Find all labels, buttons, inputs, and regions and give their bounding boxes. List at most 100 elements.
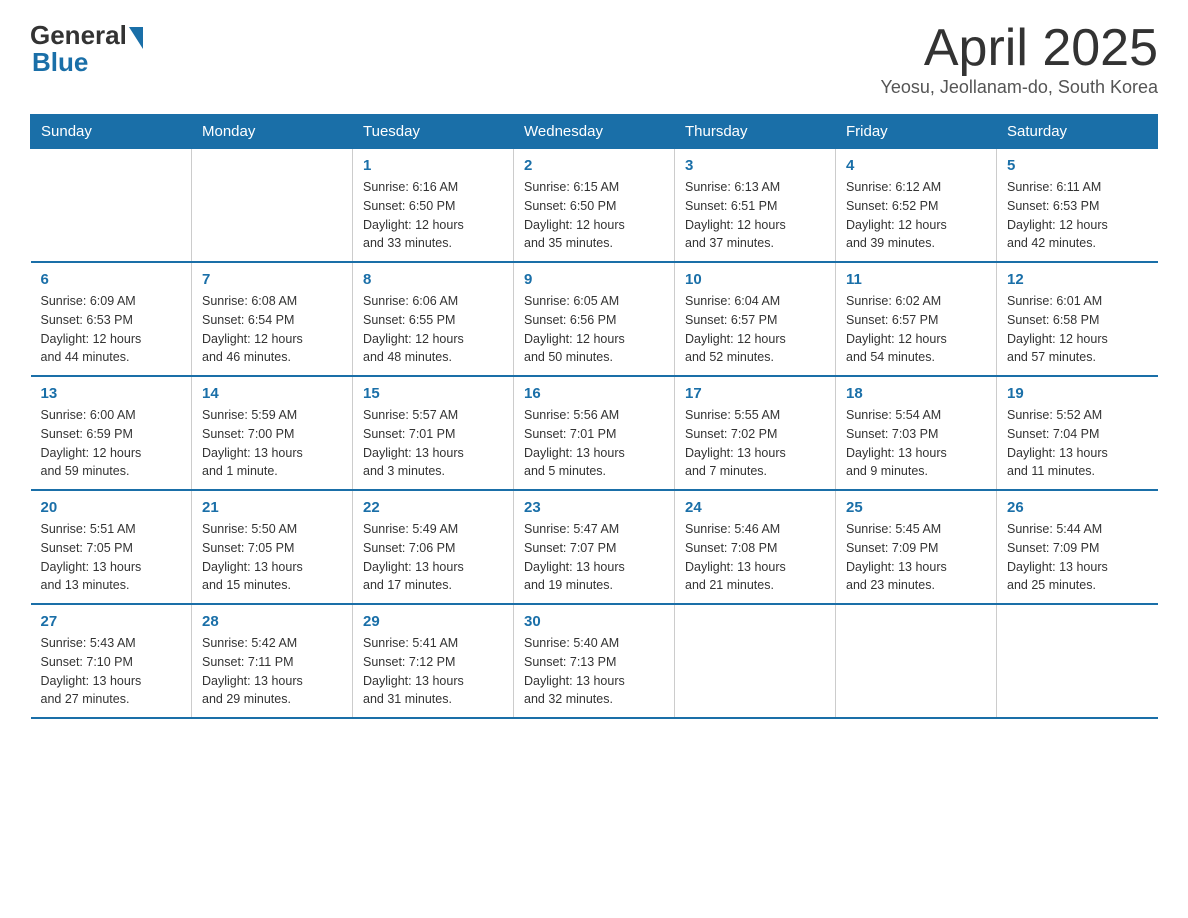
logo-blue-text: Blue bbox=[32, 47, 88, 78]
header-sunday: Sunday bbox=[31, 115, 192, 149]
day-number: 20 bbox=[41, 499, 182, 516]
calendar-cell: 14 Sunrise: 5:59 AM Sunset: 7:00 PM Dayli… bbox=[192, 376, 353, 490]
calendar-cell: 1 Sunrise: 6:16 AM Sunset: 6:50 PM Daylig… bbox=[353, 149, 514, 263]
calendar-cell: 27 Sunrise: 5:43 AM Sunset: 7:10 PM Dayli… bbox=[31, 604, 192, 718]
day-number: 9 bbox=[524, 271, 664, 288]
day-info: Sunrise: 6:16 AM Sunset: 6:50 PM Dayligh… bbox=[363, 178, 503, 253]
calendar-cell: 20 Sunrise: 5:51 AM Sunset: 7:05 PM Dayli… bbox=[31, 490, 192, 604]
header-saturday: Saturday bbox=[997, 115, 1158, 149]
day-number: 5 bbox=[1007, 157, 1148, 174]
day-info: Sunrise: 5:42 AM Sunset: 7:11 PM Dayligh… bbox=[202, 634, 342, 709]
day-number: 17 bbox=[685, 385, 825, 402]
day-info: Sunrise: 5:57 AM Sunset: 7:01 PM Dayligh… bbox=[363, 406, 503, 481]
calendar-cell: 30 Sunrise: 5:40 AM Sunset: 7:13 PM Dayli… bbox=[514, 604, 675, 718]
day-number: 13 bbox=[41, 385, 182, 402]
day-number: 10 bbox=[685, 271, 825, 288]
calendar-cell: 3 Sunrise: 6:13 AM Sunset: 6:51 PM Daylig… bbox=[675, 149, 836, 263]
page-header: General Blue April 2025 Yeosu, Jeollanam… bbox=[30, 20, 1158, 98]
day-info: Sunrise: 6:09 AM Sunset: 6:53 PM Dayligh… bbox=[41, 292, 182, 367]
calendar-cell: 15 Sunrise: 5:57 AM Sunset: 7:01 PM Dayli… bbox=[353, 376, 514, 490]
day-info: Sunrise: 6:12 AM Sunset: 6:52 PM Dayligh… bbox=[846, 178, 986, 253]
calendar-week-row: 27 Sunrise: 5:43 AM Sunset: 7:10 PM Dayli… bbox=[31, 604, 1158, 718]
header-friday: Friday bbox=[836, 115, 997, 149]
day-number: 16 bbox=[524, 385, 664, 402]
day-info: Sunrise: 6:13 AM Sunset: 6:51 PM Dayligh… bbox=[685, 178, 825, 253]
day-info: Sunrise: 6:02 AM Sunset: 6:57 PM Dayligh… bbox=[846, 292, 986, 367]
day-info: Sunrise: 5:45 AM Sunset: 7:09 PM Dayligh… bbox=[846, 520, 986, 595]
day-number: 15 bbox=[363, 385, 503, 402]
day-number: 2 bbox=[524, 157, 664, 174]
day-number: 23 bbox=[524, 499, 664, 516]
day-number: 30 bbox=[524, 613, 664, 630]
calendar-cell: 19Sunrise: 5:52 AM Sunset: 7:04 PM Dayli… bbox=[997, 376, 1158, 490]
calendar-cell: 8 Sunrise: 6:06 AM Sunset: 6:55 PM Daylig… bbox=[353, 262, 514, 376]
day-number: 8 bbox=[363, 271, 503, 288]
day-info: Sunrise: 5:40 AM Sunset: 7:13 PM Dayligh… bbox=[524, 634, 664, 709]
calendar-table: SundayMondayTuesdayWednesdayThursdayFrid… bbox=[30, 114, 1158, 719]
calendar-week-row: 6 Sunrise: 6:09 AM Sunset: 6:53 PM Daylig… bbox=[31, 262, 1158, 376]
calendar-cell: 4 Sunrise: 6:12 AM Sunset: 6:52 PM Daylig… bbox=[836, 149, 997, 263]
day-number: 21 bbox=[202, 499, 342, 516]
day-info: Sunrise: 5:51 AM Sunset: 7:05 PM Dayligh… bbox=[41, 520, 182, 595]
day-number: 27 bbox=[41, 613, 182, 630]
calendar-cell: 9 Sunrise: 6:05 AM Sunset: 6:56 PM Daylig… bbox=[514, 262, 675, 376]
logo: General Blue bbox=[30, 20, 143, 78]
day-info: Sunrise: 6:04 AM Sunset: 6:57 PM Dayligh… bbox=[685, 292, 825, 367]
calendar-cell bbox=[192, 149, 353, 263]
calendar-cell: 28Sunrise: 5:42 AM Sunset: 7:11 PM Dayli… bbox=[192, 604, 353, 718]
day-number: 26 bbox=[1007, 499, 1148, 516]
day-info: Sunrise: 5:54 AM Sunset: 7:03 PM Dayligh… bbox=[846, 406, 986, 481]
day-info: Sunrise: 5:59 AM Sunset: 7:00 PM Dayligh… bbox=[202, 406, 342, 481]
day-number: 22 bbox=[363, 499, 503, 516]
day-info: Sunrise: 5:41 AM Sunset: 7:12 PM Dayligh… bbox=[363, 634, 503, 709]
calendar-cell: 23 Sunrise: 5:47 AM Sunset: 7:07 PM Dayli… bbox=[514, 490, 675, 604]
day-info: Sunrise: 6:11 AM Sunset: 6:53 PM Dayligh… bbox=[1007, 178, 1148, 253]
day-info: Sunrise: 6:08 AM Sunset: 6:54 PM Dayligh… bbox=[202, 292, 342, 367]
day-number: 12 bbox=[1007, 271, 1148, 288]
calendar-cell: 18Sunrise: 5:54 AM Sunset: 7:03 PM Dayli… bbox=[836, 376, 997, 490]
calendar-cell bbox=[836, 604, 997, 718]
calendar-cell: 25 Sunrise: 5:45 AM Sunset: 7:09 PM Dayli… bbox=[836, 490, 997, 604]
day-info: Sunrise: 6:15 AM Sunset: 6:50 PM Dayligh… bbox=[524, 178, 664, 253]
calendar-cell: 10 Sunrise: 6:04 AM Sunset: 6:57 PM Dayli… bbox=[675, 262, 836, 376]
calendar-week-row: 13 Sunrise: 6:00 AM Sunset: 6:59 PM Dayli… bbox=[31, 376, 1158, 490]
day-number: 25 bbox=[846, 499, 986, 516]
day-number: 3 bbox=[685, 157, 825, 174]
calendar-cell: 16 Sunrise: 5:56 AM Sunset: 7:01 PM Dayli… bbox=[514, 376, 675, 490]
calendar-cell: 2 Sunrise: 6:15 AM Sunset: 6:50 PM Daylig… bbox=[514, 149, 675, 263]
calendar-cell: 22 Sunrise: 5:49 AM Sunset: 7:06 PM Dayli… bbox=[353, 490, 514, 604]
day-number: 1 bbox=[363, 157, 503, 174]
day-number: 14 bbox=[202, 385, 342, 402]
calendar-cell: 5 Sunrise: 6:11 AM Sunset: 6:53 PM Daylig… bbox=[997, 149, 1158, 263]
calendar-cell: 6 Sunrise: 6:09 AM Sunset: 6:53 PM Daylig… bbox=[31, 262, 192, 376]
day-info: Sunrise: 6:06 AM Sunset: 6:55 PM Dayligh… bbox=[363, 292, 503, 367]
calendar-cell: 11Sunrise: 6:02 AM Sunset: 6:57 PM Dayli… bbox=[836, 262, 997, 376]
calendar-header-row: SundayMondayTuesdayWednesdayThursdayFrid… bbox=[31, 115, 1158, 149]
title-block: April 2025 Yeosu, Jeollanam-do, South Ko… bbox=[880, 20, 1158, 98]
day-info: Sunrise: 6:05 AM Sunset: 6:56 PM Dayligh… bbox=[524, 292, 664, 367]
day-number: 6 bbox=[41, 271, 182, 288]
calendar-cell: 24 Sunrise: 5:46 AM Sunset: 7:08 PM Dayli… bbox=[675, 490, 836, 604]
calendar-cell: 21 Sunrise: 5:50 AM Sunset: 7:05 PM Dayli… bbox=[192, 490, 353, 604]
day-info: Sunrise: 5:44 AM Sunset: 7:09 PM Dayligh… bbox=[1007, 520, 1148, 595]
calendar-cell: 13 Sunrise: 6:00 AM Sunset: 6:59 PM Dayli… bbox=[31, 376, 192, 490]
day-info: Sunrise: 5:56 AM Sunset: 7:01 PM Dayligh… bbox=[524, 406, 664, 481]
day-info: Sunrise: 5:47 AM Sunset: 7:07 PM Dayligh… bbox=[524, 520, 664, 595]
day-number: 29 bbox=[363, 613, 503, 630]
day-info: Sunrise: 5:43 AM Sunset: 7:10 PM Dayligh… bbox=[41, 634, 182, 709]
calendar-cell: 12 Sunrise: 6:01 AM Sunset: 6:58 PM Dayli… bbox=[997, 262, 1158, 376]
calendar-cell: 17Sunrise: 5:55 AM Sunset: 7:02 PM Dayli… bbox=[675, 376, 836, 490]
day-number: 4 bbox=[846, 157, 986, 174]
day-info: Sunrise: 5:46 AM Sunset: 7:08 PM Dayligh… bbox=[685, 520, 825, 595]
day-info: Sunrise: 6:01 AM Sunset: 6:58 PM Dayligh… bbox=[1007, 292, 1148, 367]
day-number: 24 bbox=[685, 499, 825, 516]
calendar-cell: 26 Sunrise: 5:44 AM Sunset: 7:09 PM Dayli… bbox=[997, 490, 1158, 604]
day-number: 19 bbox=[1007, 385, 1148, 402]
calendar-cell: 29 Sunrise: 5:41 AM Sunset: 7:12 PM Dayli… bbox=[353, 604, 514, 718]
calendar-week-row: 20 Sunrise: 5:51 AM Sunset: 7:05 PM Dayli… bbox=[31, 490, 1158, 604]
day-info: Sunrise: 6:00 AM Sunset: 6:59 PM Dayligh… bbox=[41, 406, 182, 481]
calendar-cell bbox=[31, 149, 192, 263]
day-info: Sunrise: 5:49 AM Sunset: 7:06 PM Dayligh… bbox=[363, 520, 503, 595]
day-info: Sunrise: 5:50 AM Sunset: 7:05 PM Dayligh… bbox=[202, 520, 342, 595]
calendar-subtitle: Yeosu, Jeollanam-do, South Korea bbox=[880, 77, 1158, 98]
